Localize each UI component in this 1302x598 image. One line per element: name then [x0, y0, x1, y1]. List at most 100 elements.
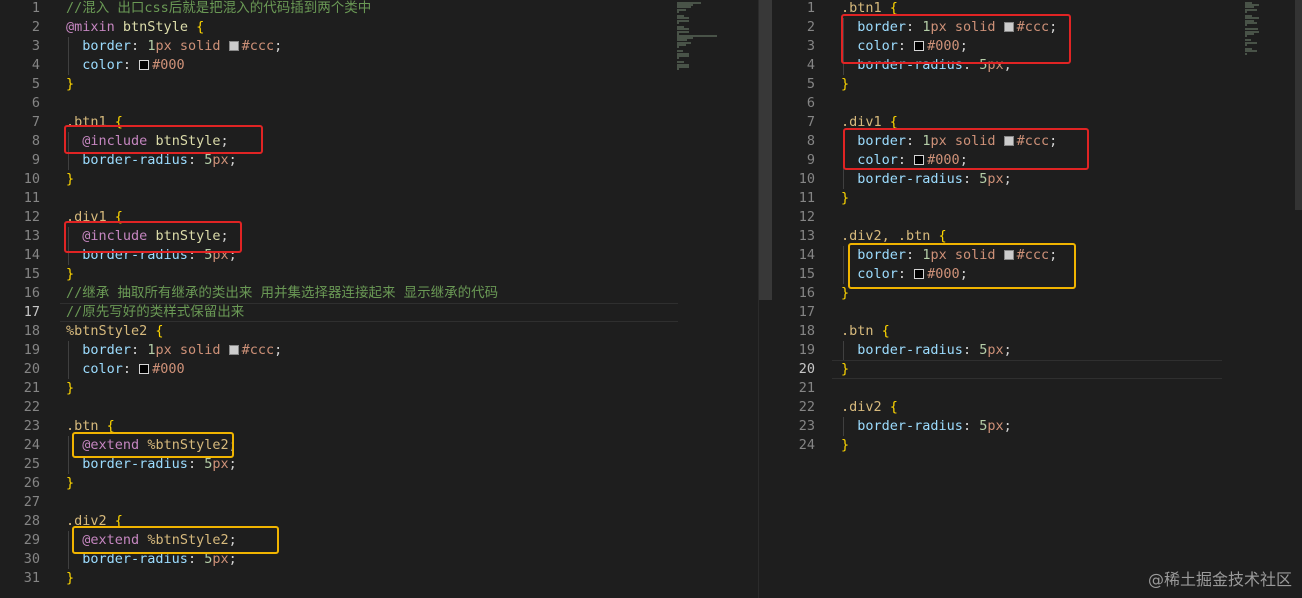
- code-line[interactable]: 20}: [772, 360, 1302, 379]
- line-number: 14: [23, 247, 40, 263]
- code-line[interactable]: 22 .div2 {: [772, 398, 1302, 417]
- minimap-line: [677, 68, 679, 70]
- line-number: 16: [23, 285, 40, 301]
- code-text[interactable]: }: [841, 75, 849, 94]
- minimap-line: [1245, 10, 1247, 13]
- line-number: 4: [31, 57, 40, 73]
- code-text[interactable]: border-radius: 5px;: [841, 170, 1011, 189]
- indent-guide: [843, 341, 844, 360]
- code-line[interactable]: 23 border-radius: 5px;: [772, 417, 1302, 436]
- highlight-box-include-btn1: [64, 125, 263, 154]
- minimap-line: [677, 21, 679, 24]
- line-number: 14: [798, 247, 815, 263]
- code-text[interactable]: @mixin btnStyle {: [66, 18, 204, 37]
- line-number: 22: [23, 399, 40, 415]
- code-line[interactable]: 24}: [772, 436, 1302, 455]
- watermark: @稀土掘金技术社区: [1147, 570, 1292, 589]
- line-number: 26: [23, 475, 40, 491]
- code-text[interactable]: }: [66, 170, 74, 189]
- code-line[interactable]: 6: [0, 94, 758, 113]
- highlight-box-output-div2-btn: [848, 243, 1076, 289]
- line-number: 29: [23, 532, 40, 548]
- code-line[interactable]: 3 border: 1px solid #ccc;: [0, 37, 758, 56]
- code-text[interactable]: color: #000: [66, 56, 184, 75]
- code-text[interactable]: //混入 出口css后就是把混入的代码插到两个类中: [66, 0, 371, 18]
- code-text[interactable]: }: [66, 474, 74, 493]
- code-text[interactable]: border-radius: 5px;: [841, 341, 1011, 360]
- code-line[interactable]: 31}: [0, 569, 758, 588]
- minimap-line: [1245, 24, 1247, 26]
- code-text[interactable]: //继承 抽取所有继承的类出来 用并集选择器连接起来 显示继承的代码: [66, 284, 498, 303]
- line-number: 1: [31, 0, 40, 16]
- code-line[interactable]: 20 color: #000: [0, 360, 758, 379]
- code-line[interactable]: 17: [772, 303, 1302, 322]
- code-line[interactable]: 18 .btn {: [772, 322, 1302, 341]
- line-number: 18: [23, 323, 40, 339]
- code-text[interactable]: color: #000: [66, 360, 184, 379]
- line-number: 3: [806, 38, 815, 54]
- line-number: 17: [23, 304, 40, 320]
- code-text[interactable]: }: [66, 379, 74, 398]
- code-line[interactable]: 1 //混入 出口css后就是把混入的代码插到两个类中: [0, 0, 758, 18]
- code-text[interactable]: %btnStyle2 {: [66, 322, 164, 341]
- highlight-box-output-btn1: [841, 14, 1071, 64]
- code-text[interactable]: }: [841, 436, 849, 455]
- code-text[interactable]: }: [66, 75, 74, 94]
- code-line[interactable]: 10 border-radius: 5px;: [772, 170, 1302, 189]
- code-line[interactable]: 10}: [0, 170, 758, 189]
- code-line[interactable]: 27: [0, 493, 758, 512]
- code-line[interactable]: 5}: [0, 75, 758, 94]
- line-number: 9: [806, 152, 815, 168]
- code-line[interactable]: 16 //继承 抽取所有继承的类出来 用并集选择器连接起来 显示继承的代码: [0, 284, 758, 303]
- minimap-line: [677, 10, 679, 13]
- code-text[interactable]: border: 1px solid #ccc;: [66, 37, 282, 56]
- code-text[interactable]: border: 1px solid #ccc;: [66, 341, 282, 360]
- code-line[interactable]: 17 //原先写好的类样式保留出来: [0, 303, 758, 322]
- line-number: 9: [31, 152, 40, 168]
- line-number: 1: [806, 0, 815, 16]
- right-scrollbar[interactable]: [1295, 0, 1302, 210]
- code-line[interactable]: 4 color: #000: [0, 56, 758, 75]
- code-text[interactable]: border-radius: 5px;: [841, 417, 1011, 436]
- line-number: 2: [31, 19, 40, 35]
- left-editor-pane[interactable]: 1 //混入 出口css后就是把混入的代码插到两个类中 2 @mixin btnSty…: [0, 0, 758, 598]
- highlight-box-extend-btn: [72, 432, 234, 458]
- code-text[interactable]: }: [66, 569, 74, 588]
- code-text[interactable]: .btn {: [841, 322, 890, 341]
- line-number: 12: [798, 209, 815, 225]
- code-line[interactable]: 19 border: 1px solid #ccc;: [0, 341, 758, 360]
- code-line[interactable]: 11: [0, 189, 758, 208]
- line-number: 2: [806, 19, 815, 35]
- line-number: 27: [23, 494, 40, 510]
- code-line[interactable]: 2 @mixin btnStyle {: [0, 18, 758, 37]
- code-line[interactable]: 12: [772, 208, 1302, 227]
- code-line[interactable]: 18 %btnStyle2 {: [0, 322, 758, 341]
- right-editor-pane[interactable]: 1 .btn1 {2 border: 1px solid #ccc; 3 color…: [772, 0, 1302, 598]
- code-text[interactable]: }: [66, 265, 74, 284]
- line-number: 8: [31, 133, 40, 149]
- line-number: 22: [798, 399, 815, 415]
- line-number: 24: [23, 437, 40, 453]
- code-text[interactable]: }: [841, 189, 849, 208]
- code-line[interactable]: 22: [0, 398, 758, 417]
- code-line[interactable]: 5}: [772, 75, 1302, 94]
- line-number: 19: [23, 342, 40, 358]
- line-number: 20: [798, 361, 815, 377]
- code-line[interactable]: 6: [772, 94, 1302, 113]
- code-text[interactable]: }: [841, 360, 849, 379]
- code-text[interactable]: //原先写好的类样式保留出来: [66, 303, 244, 322]
- left-scrollbar[interactable]: [759, 0, 772, 300]
- code-line[interactable]: 21: [772, 379, 1302, 398]
- code-line[interactable]: 26}: [0, 474, 758, 493]
- line-number: 11: [798, 190, 815, 206]
- code-line[interactable]: 15}: [0, 265, 758, 284]
- highlight-box-output-div1: [843, 128, 1089, 170]
- code-line[interactable]: 11}: [772, 189, 1302, 208]
- line-number: 25: [23, 456, 40, 472]
- line-number: 19: [798, 342, 815, 358]
- code-line[interactable]: 19 border-radius: 5px;: [772, 341, 1302, 360]
- line-number: 11: [23, 190, 40, 206]
- code-text[interactable]: .div2 {: [841, 398, 898, 417]
- code-line[interactable]: 21}: [0, 379, 758, 398]
- line-number: 31: [23, 570, 40, 586]
